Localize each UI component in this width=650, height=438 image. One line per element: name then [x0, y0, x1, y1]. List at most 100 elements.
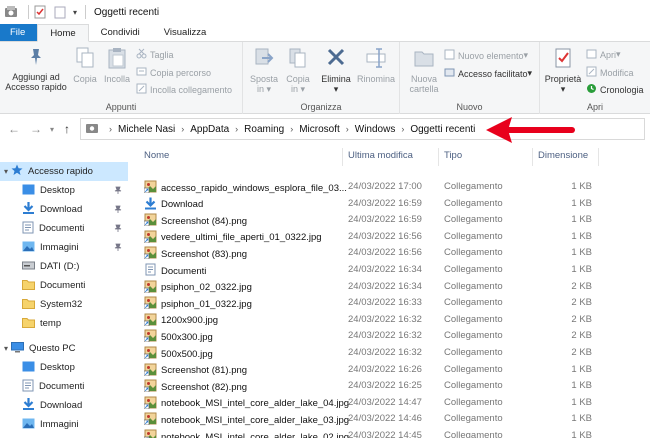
file-name-cell[interactable]: vedere_ultimi_file_aperti_01_0322.jpg — [143, 230, 322, 246]
properties-quick-icon[interactable] — [33, 5, 47, 19]
history-button[interactable]: Cronologia — [586, 83, 644, 96]
column-separator[interactable] — [532, 148, 533, 166]
file-row[interactable]: Screenshot (84).png 24/03/2022 16:59 Colle… — [138, 211, 600, 228]
pin-icon[interactable] — [114, 224, 122, 235]
file-row[interactable]: notebook_MSI_intel_core_alder_lake_04.jp… — [138, 394, 600, 411]
nav-pictures[interactable]: Immagini — [0, 238, 128, 257]
easy-access-button[interactable]: Accesso facilitato ▾ — [444, 67, 532, 80]
recent-locations-chevron-icon[interactable]: ▾ — [50, 125, 54, 134]
cut-button[interactable]: Taglia — [136, 48, 174, 61]
breadcrumb-separator-icon[interactable]: › — [346, 124, 349, 134]
nav-pc-documents[interactable]: Documenti — [0, 377, 128, 396]
column-header-name[interactable]: Nome — [144, 150, 169, 161]
nav-documents[interactable]: Documenti — [0, 219, 128, 238]
file-name-cell[interactable]: notebook_MSI_intel_core_alder_lake_04.jp… — [143, 396, 349, 412]
file-row[interactable]: notebook_MSI_intel_core_alder_lake_02.jp… — [138, 427, 600, 438]
breadcrumb-appdata[interactable]: AppData — [190, 124, 229, 135]
column-header-size[interactable]: Dimensione — [538, 150, 588, 161]
file-row[interactable]: psiphon_02_0322.jpg 24/03/2022 16:34 Colle… — [138, 278, 600, 295]
nav-pc-pictures[interactable]: Immagini — [0, 415, 128, 434]
move-to-button[interactable]: Sposta in ▾ — [247, 46, 281, 94]
file-name-cell[interactable]: 500x300.jpg — [143, 329, 213, 345]
breadcrumb-separator-icon[interactable]: › — [181, 124, 184, 134]
breadcrumb-user[interactable]: Michele Nasi — [118, 124, 175, 135]
file-name-cell[interactable]: psiphon_02_0322.jpg — [143, 280, 252, 296]
file-row[interactable]: Download 24/03/2022 16:59 Collegamento 1 KB — [138, 195, 600, 212]
file-name-cell[interactable]: 1200x900.jpg — [143, 313, 218, 329]
file-row[interactable]: vedere_ultimi_file_aperti_01_0322.jpg 24/… — [138, 228, 600, 245]
file-row[interactable]: Screenshot (82).png 24/03/2022 16:25 Colle… — [138, 377, 600, 394]
breadcrumb-separator-icon[interactable]: › — [235, 124, 238, 134]
copy-button[interactable]: Copia — [70, 46, 100, 84]
breadcrumb-separator-icon[interactable]: › — [401, 124, 404, 134]
breadcrumb-windows[interactable]: Windows — [355, 124, 396, 135]
paste-button[interactable]: Incolla — [102, 46, 132, 84]
copy-path-button[interactable]: Copia percorso — [136, 66, 211, 79]
copy-to-button[interactable]: Copia in ▾ — [281, 46, 315, 94]
file-name-cell[interactable]: Screenshot (82).png — [143, 379, 247, 395]
file-row[interactable]: Screenshot (81).png 24/03/2022 16:26 Colle… — [138, 361, 600, 378]
file-name-cell[interactable]: Download — [144, 197, 203, 213]
tab-file[interactable]: File — [0, 24, 38, 41]
tab-view[interactable]: Visualizza — [152, 24, 219, 41]
file-row[interactable]: notebook_MSI_intel_core_alder_lake_03.jp… — [138, 410, 600, 427]
column-separator[interactable] — [598, 148, 599, 166]
quick-access-dropdown-icon[interactable]: ▾ — [73, 8, 77, 17]
nav-download[interactable]: Download — [0, 200, 128, 219]
column-separator[interactable] — [342, 148, 343, 166]
file-name-cell[interactable]: Screenshot (84).png — [143, 213, 247, 229]
file-row[interactable]: psiphon_01_0322.jpg 24/03/2022 16:33 Colle… — [138, 294, 600, 311]
column-separator[interactable] — [438, 148, 439, 166]
pin-icon[interactable] — [114, 243, 122, 254]
nav-documents-2[interactable]: Documenti — [0, 276, 128, 295]
new-item-button[interactable]: Nuovo elemento ▾ — [444, 49, 528, 62]
forward-arrow-icon[interactable]: → — [30, 122, 42, 136]
back-arrow-icon[interactable]: ← — [8, 122, 20, 136]
tab-share[interactable]: Condividi — [89, 24, 152, 41]
file-row[interactable]: accesso_rapido_windows_esplora_file_03..… — [138, 178, 600, 195]
file-row[interactable]: 500x500.jpg 24/03/2022 16:32 Collegamento 2… — [138, 344, 600, 361]
open-button[interactable]: Apri ▾ — [586, 48, 621, 61]
nav-pc-download[interactable]: Download — [0, 396, 128, 415]
file-name-cell[interactable]: Screenshot (83).png — [143, 246, 247, 262]
column-header-date[interactable]: Ultima modifica — [348, 150, 413, 161]
chevron-down-icon[interactable]: ▾ — [4, 344, 8, 353]
file-row[interactable]: Documenti 24/03/2022 16:34 Collegamento 1 K… — [138, 261, 600, 278]
nav-quick-access[interactable]: ▾ Accesso rapido — [0, 162, 128, 181]
up-arrow-icon[interactable]: ↑ — [64, 122, 70, 136]
file-name-cell[interactable]: notebook_MSI_intel_core_alder_lake_02.jp… — [143, 429, 349, 438]
nav-desktop[interactable]: Desktop — [0, 181, 128, 200]
file-name-cell[interactable]: psiphon_01_0322.jpg — [143, 296, 252, 312]
nav-system32[interactable]: System32 — [0, 295, 128, 314]
breadcrumb-recent-items[interactable]: Oggetti recenti — [410, 124, 475, 135]
file-name-cell[interactable]: Screenshot (81).png — [143, 363, 247, 379]
nav-temp[interactable]: temp — [0, 314, 128, 333]
breadcrumb-separator-icon[interactable]: › — [290, 124, 293, 134]
file-row[interactable]: 500x300.jpg 24/03/2022 16:32 Collegamento 2… — [138, 327, 600, 344]
pin-quick-access-button[interactable]: Aggiungi ad Accesso rapido — [4, 46, 68, 92]
paste-link-button[interactable]: Incolla collegamento — [136, 83, 232, 96]
rename-button[interactable]: Rinomina — [355, 46, 397, 84]
new-folder-button[interactable]: Nuova cartella — [404, 46, 444, 94]
breadcrumb-microsoft[interactable]: Microsoft — [299, 124, 340, 135]
file-row[interactable]: Screenshot (83).png 24/03/2022 16:56 Colle… — [138, 244, 600, 261]
file-name-cell[interactable]: notebook_MSI_intel_core_alder_lake_03.jp… — [143, 412, 349, 428]
delete-button[interactable]: Elimina ▾ — [319, 46, 353, 94]
file-name-cell[interactable]: Documenti — [144, 263, 206, 279]
file-name-cell[interactable]: 500x500.jpg — [143, 346, 213, 362]
chevron-down-icon[interactable]: ▾ — [4, 167, 8, 176]
pin-icon[interactable] — [114, 186, 122, 197]
nav-this-pc[interactable]: ▾ Questo PC — [0, 339, 128, 358]
file-row[interactable]: 1200x900.jpg 24/03/2022 16:32 Collegamento… — [138, 311, 600, 328]
breadcrumb-roaming[interactable]: Roaming — [244, 124, 284, 135]
edit-button[interactable]: Modifica — [586, 66, 634, 79]
column-header-type[interactable]: Tipo — [444, 150, 462, 161]
nav-pc-desktop[interactable]: Desktop — [0, 358, 128, 377]
new-folder-quick-icon[interactable] — [53, 5, 67, 19]
file-type: Collegamento — [444, 181, 503, 192]
tab-home[interactable]: Home — [37, 24, 89, 42]
properties-button[interactable]: Proprietà ▾ — [542, 46, 584, 94]
nav-drive-d[interactable]: DATI (D:) — [0, 257, 128, 276]
pin-icon[interactable] — [114, 205, 122, 216]
file-name-cell[interactable]: accesso_rapido_windows_esplora_file_03..… — [143, 180, 347, 196]
